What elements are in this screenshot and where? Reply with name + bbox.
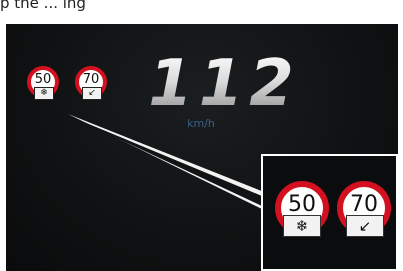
speed-limit-sign-exit-enlarged: 70 ↙ (337, 181, 391, 247)
speed-limit-value: 70 (350, 192, 378, 217)
speed-limit-value: 50 (288, 192, 316, 217)
instrument-display: 112 km/h 50 ❄ 70 ↙ 50 ❄ 70 ↙ (6, 24, 398, 271)
speed-limit-sign-snow-enlarged: 50 ❄ (275, 181, 329, 247)
speed-limit-value: 70 (82, 72, 100, 87)
arrow-down-left-icon: ↙ (82, 87, 102, 100)
snowflake-icon: ❄ (283, 215, 321, 237)
caption-text: p the ... ing (0, 0, 86, 12)
magnified-callout: 50 ❄ 70 ↙ (261, 154, 398, 271)
speed-limit-sign-exit: 70 ↙ (75, 66, 107, 106)
arrow-down-left-icon: ↙ (346, 215, 384, 237)
snowflake-icon: ❄ (34, 87, 54, 100)
speed-limit-sign-snow: 50 ❄ (27, 66, 59, 106)
speed-limit-value: 50 (34, 72, 52, 87)
